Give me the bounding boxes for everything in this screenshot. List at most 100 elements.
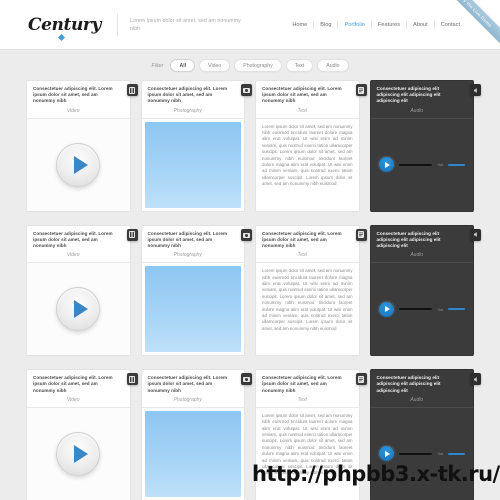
audio-play-button[interactable]	[378, 301, 394, 317]
card-type-label: Audio	[410, 107, 424, 114]
card-media-area[interactable]	[27, 263, 130, 356]
video-badge-icon[interactable]	[126, 373, 138, 386]
logo-accent-diamond-icon	[57, 33, 65, 41]
photo-thumbnail	[144, 121, 241, 208]
portfolio-card-photography[interactable]: Consectetuer adipiscing elit. Lorem ipsu…	[140, 224, 252, 357]
filter-button-audio[interactable]: Audio	[317, 59, 349, 72]
card-excerpt: Lorem ipsum dolor sit amet, sed am nonum…	[262, 412, 353, 476]
card-media-area[interactable]	[27, 118, 130, 211]
filter-label: Filter	[151, 62, 164, 69]
card-title: Consectetuer adipiscing elit. Lorem ipsu…	[147, 375, 228, 393]
play-button[interactable]	[56, 287, 101, 332]
audio-progress-track[interactable]	[398, 452, 433, 455]
nav-item-blog[interactable]: Blog	[314, 20, 339, 29]
volume-label: Vol	[437, 451, 443, 457]
card-media-area[interactable]	[141, 407, 244, 500]
card-type-label: Text	[297, 396, 307, 403]
nav-item-features[interactable]: Features	[372, 20, 408, 29]
site-logo[interactable]: Century	[28, 14, 101, 41]
text-badge-icon[interactable]	[355, 84, 367, 96]
nav-item-portfolio[interactable]: Portfolio	[338, 20, 373, 29]
portfolio-card-video[interactable]: Consectetuer adipiscing elit. Lorem ipsu…	[26, 80, 138, 212]
card-header: Consectetuer adipiscing elit. Lorem ipsu…	[256, 81, 367, 119]
card-type-label: Text	[297, 107, 307, 114]
video-badge-icon[interactable]	[126, 84, 138, 96]
portfolio-card-audio[interactable]: Consectetuer adipiscing elit adipiscing …	[369, 369, 481, 500]
photo-badge-icon[interactable]	[241, 228, 252, 241]
portfolio-row: Consectetuer adipiscing elit. Lorem ipsu…	[26, 369, 481, 500]
audio-progress-track[interactable]	[398, 163, 433, 166]
card-title: Consectetuer adipiscing elit. Lorem ipsu…	[33, 375, 113, 393]
portfolio-card-text[interactable]: Consectetuer adipiscing elit. Lorem ipsu…	[255, 369, 367, 500]
portfolio-card-audio[interactable]: Consectetuer adipiscing elit adipiscing …	[369, 224, 481, 357]
card-media-area[interactable]	[141, 118, 244, 211]
nav-item-home[interactable]: Home	[286, 20, 315, 29]
portfolio-row: Consectetuer adipiscing elit. Lorem ipsu…	[26, 224, 481, 357]
portfolio-card-text[interactable]: Consectetuer adipiscing elit. Lorem ipsu…	[255, 80, 367, 212]
filter-button-text[interactable]: Text	[285, 59, 314, 72]
logo-text: Century	[28, 14, 101, 35]
photo-thumbnail	[144, 266, 241, 353]
photo-thumbnail	[144, 410, 241, 497]
card-header: Consectetuer adipiscing elit adipiscing …	[370, 370, 481, 408]
audio-badge-icon[interactable]	[470, 228, 481, 241]
card-header: Consectetuer adipiscing elit. Lorem ipsu…	[141, 225, 252, 264]
photo-badge-icon[interactable]	[241, 84, 252, 96]
header-divider	[116, 13, 118, 36]
play-triangle-icon	[384, 450, 390, 457]
card-title: Consectetuer adipiscing elit. Lorem ipsu…	[147, 230, 228, 249]
card-type-label: Photography	[173, 396, 202, 403]
card-title: Consectetuer adipiscing elit adipiscing …	[376, 230, 441, 249]
site-header: Century Lorem ipsum dolor sit amet, sed …	[0, 0, 500, 50]
portfolio-grid: Consectetuer adipiscing elit. Lorem ipsu…	[0, 80, 500, 500]
card-text-area: Lorem ipsum dolor sit amet, sed am nonum…	[256, 263, 359, 356]
audio-player[interactable]: Vol	[370, 407, 473, 500]
card-title: Consectetuer adipiscing elit adipiscing …	[376, 375, 441, 393]
audio-player[interactable]: Vol	[370, 118, 473, 211]
card-title: Consectetuer adipiscing elit. Lorem ipsu…	[147, 86, 228, 104]
volume-slider[interactable]	[448, 163, 465, 166]
video-badge-icon[interactable]	[126, 228, 138, 241]
audio-progress-track[interactable]	[398, 308, 433, 311]
audio-badge-icon[interactable]	[470, 373, 481, 386]
audio-play-button[interactable]	[378, 446, 394, 462]
volume-slider[interactable]	[448, 452, 465, 455]
text-badge-icon[interactable]	[355, 228, 367, 241]
portfolio-card-photography[interactable]: Consectetuer adipiscing elit. Lorem ipsu…	[140, 80, 252, 212]
card-text-area: Lorem ipsum dolor sit amet, sed am nonum…	[256, 118, 359, 211]
play-triangle-icon	[73, 444, 88, 463]
play-button[interactable]	[56, 142, 101, 187]
card-header: Consectetuer adipiscing elit. Lorem ipsu…	[256, 370, 367, 408]
card-type-label: Audio	[410, 252, 424, 259]
page-root: Century Lorem ipsum dolor sit amet, sed …	[0, 0, 500, 500]
play-button[interactable]	[56, 431, 101, 476]
card-title: Consectetuer adipiscing elit adipiscing …	[376, 86, 441, 104]
photo-badge-icon[interactable]	[241, 373, 252, 386]
volume-label: Vol	[437, 162, 443, 168]
portfolio-card-video[interactable]: Consectetuer adipiscing elit. Lorem ipsu…	[26, 369, 138, 500]
card-type-label: Video	[66, 107, 80, 114]
filter-button-video[interactable]: Video	[199, 59, 231, 72]
card-header: Consectetuer adipiscing elit. Lorem ipsu…	[27, 370, 138, 408]
card-type-label: Text	[297, 252, 307, 259]
portfolio-card-audio[interactable]: Consectetuer adipiscing elit adipiscing …	[369, 80, 481, 212]
nav-item-contact[interactable]: Contact	[435, 21, 462, 29]
filter-button-photography[interactable]: Photography	[234, 59, 282, 72]
portfolio-card-video[interactable]: Consectetuer adipiscing elit. Lorem ipsu…	[26, 224, 138, 357]
audio-badge-icon[interactable]	[470, 84, 481, 96]
card-title: Consectetuer adipiscing elit. Lorem ipsu…	[33, 230, 113, 249]
portfolio-card-photography[interactable]: Consectetuer adipiscing elit. Lorem ipsu…	[140, 369, 252, 500]
play-triangle-icon	[384, 161, 390, 168]
audio-play-button[interactable]	[378, 157, 394, 173]
card-type-label: Photography	[173, 107, 202, 114]
card-media-area[interactable]	[141, 263, 244, 356]
filter-button-all[interactable]: All	[170, 59, 196, 72]
card-media-area[interactable]	[27, 407, 130, 500]
card-type-label: Audio	[410, 396, 424, 403]
text-badge-icon[interactable]	[355, 373, 367, 386]
card-type-label: Video	[66, 396, 80, 403]
volume-slider[interactable]	[448, 308, 465, 311]
audio-player[interactable]: Vol	[370, 263, 473, 356]
portfolio-card-text[interactable]: Consectetuer adipiscing elit. Lorem ipsu…	[255, 224, 367, 357]
nav-item-about[interactable]: About	[407, 20, 435, 29]
